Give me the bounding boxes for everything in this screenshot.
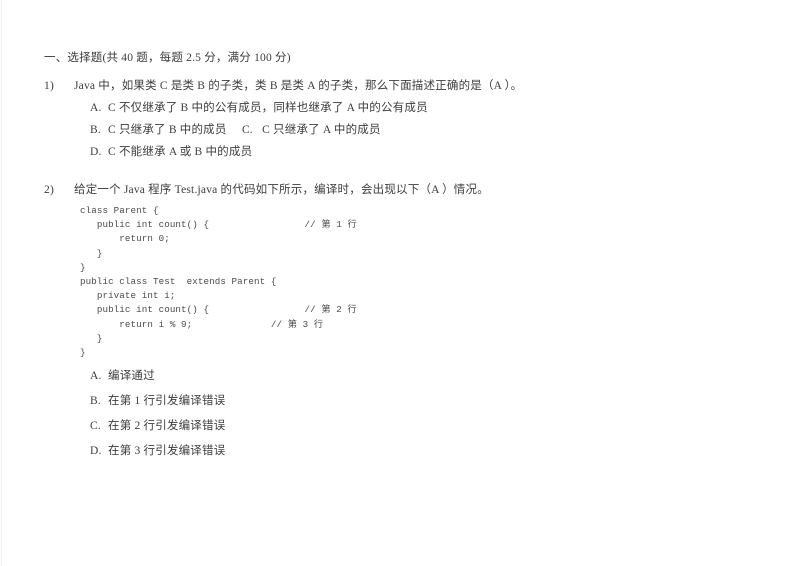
question-2-option-a[interactable]: A. 编译通过 xyxy=(90,368,756,384)
option-text: 在第 2 行引发编译错误 xyxy=(108,420,226,433)
question-2-option-d[interactable]: D. 在第 3 行引发编译错误 xyxy=(90,443,756,459)
option-text: C 不能继承 A 或 B 中的成员 xyxy=(108,146,253,158)
option-text: 在第 1 行引发编译错误 xyxy=(108,395,226,408)
option-label: C. xyxy=(90,420,101,433)
question-1-options: A. C 不仅继承了 B 中的公有成员，同样也继承了 A 中的公有成员 B. C… xyxy=(44,100,756,160)
code-line: public int count() { // 第 2 行 xyxy=(80,304,357,316)
question-1-number: 1) xyxy=(44,80,54,92)
code-line: } xyxy=(80,261,86,273)
question-2-options: A. 编译通过 B. 在第 1 行引发编译错误 C. 在第 2 行引发编译错误 … xyxy=(44,368,756,459)
code-line: return 0; xyxy=(80,233,170,245)
code-line: } xyxy=(80,247,103,259)
question-1-text: Java 中，如果类 C 是类 B 的子类，类 B 是类 A 的子类，那么下面描… xyxy=(74,80,523,92)
option-label: B. xyxy=(90,124,101,136)
option-text: 编译通过 xyxy=(108,370,155,383)
code-line: class Parent { xyxy=(80,205,159,216)
question-2-code-listing: class Parent { public int count() { // 第… xyxy=(80,204,756,360)
code-line: public class Test extends Parent { xyxy=(80,276,277,288)
question-2: 2) 给定一个 Java 程序 Test.java 的代码如下所示，编译时，会出… xyxy=(44,182,756,459)
section-heading: 一、选择题(共 40 题，每题 2.5 分，满分 100 分) xyxy=(44,52,291,64)
option-label: A. xyxy=(90,102,102,114)
code-line: } xyxy=(80,347,86,359)
question-2-option-c[interactable]: C. 在第 2 行引发编译错误 xyxy=(90,418,756,434)
option-text: C 只继承了 B 中的成员 C. C 只继承了 A 中的成员 xyxy=(108,124,381,136)
option-label: B. xyxy=(90,395,101,408)
code-line: } xyxy=(80,332,103,344)
option-label: A. xyxy=(90,370,102,383)
document-content: 一、选择题(共 40 题，每题 2.5 分，满分 100 分) 1) Java … xyxy=(44,50,756,468)
question-2-number: 2) xyxy=(44,184,54,196)
question-2-stem: 2) 给定一个 Java 程序 Test.java 的代码如下所示，编译时，会出… xyxy=(44,182,756,198)
option-text: C 不仅继承了 B 中的公有成员，同样也继承了 A 中的公有成员 xyxy=(108,102,428,114)
question-2-option-b[interactable]: B. 在第 1 行引发编译错误 xyxy=(90,393,756,409)
question-1-option-a[interactable]: A. C 不仅继承了 B 中的公有成员，同样也继承了 A 中的公有成员 xyxy=(90,100,756,116)
question-1-stem: 1) Java 中，如果类 C 是类 B 的子类，类 B 是类 A 的子类，那么… xyxy=(44,78,756,94)
option-label: D. xyxy=(90,445,102,458)
code-line: public int count() { // 第 1 行 xyxy=(80,219,357,231)
question-2-text: 给定一个 Java 程序 Test.java 的代码如下所示，编译时，会出现以下… xyxy=(74,184,489,196)
code-line: return i % 9; // 第 3 行 xyxy=(80,318,324,330)
option-text: 在第 3 行引发编译错误 xyxy=(108,445,226,458)
question-1: 1) Java 中，如果类 C 是类 B 的子类，类 B 是类 A 的子类，那么… xyxy=(44,78,756,160)
exam-page: 一、选择题(共 40 题，每题 2.5 分，满分 100 分) 1) Java … xyxy=(0,0,800,566)
question-1-option-b-c[interactable]: B. C 只继承了 B 中的成员 C. C 只继承了 A 中的成员 xyxy=(90,122,756,138)
scan-edge-line xyxy=(1,0,2,566)
code-line: private int i; xyxy=(80,290,176,302)
option-label: D. xyxy=(90,146,102,158)
question-1-option-d[interactable]: D. C 不能继承 A 或 B 中的成员 xyxy=(90,144,756,160)
